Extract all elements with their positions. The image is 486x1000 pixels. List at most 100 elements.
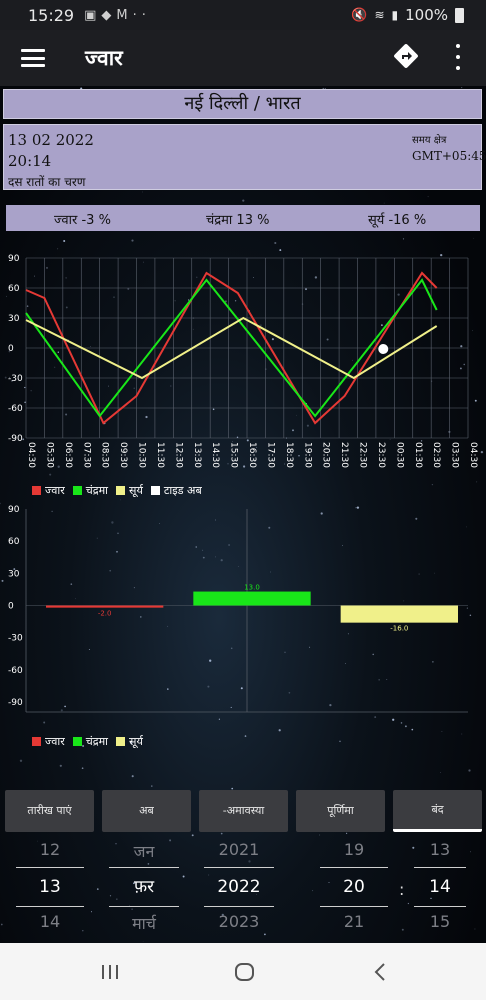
y-tick-label: -60: [8, 666, 23, 676]
x-tick-label: 06:30: [63, 442, 73, 468]
image-icon: ▣: [84, 7, 102, 23]
new-moon-button[interactable]: -अमावस्या: [199, 790, 288, 832]
legend-label: ज्वार: [45, 735, 65, 748]
month-current[interactable]: फ़र: [105, 873, 183, 901]
month-prev[interactable]: जन: [105, 840, 183, 862]
x-tick-label: 16:30: [247, 442, 257, 468]
x-tick-label: 04:30: [468, 442, 478, 468]
x-tick-label: 12:30: [173, 442, 183, 468]
menu-icon[interactable]: [21, 49, 45, 67]
x-tick-label: 11:30: [155, 442, 165, 468]
x-tick-label: 19:30: [302, 442, 312, 468]
x-tick-label: 07:30: [81, 442, 91, 468]
legend-swatch: [72, 737, 82, 746]
x-tick-label: 02:30: [431, 442, 441, 468]
legend-item: ज्वार: [32, 483, 65, 498]
hour-current[interactable]: 20: [316, 873, 392, 901]
dots-icon: ··: [132, 7, 151, 23]
full-moon-button[interactable]: पूर्णिमा: [296, 790, 385, 832]
year-next[interactable]: 2023: [200, 912, 278, 934]
month-picker[interactable]: जन फ़र मार्च: [105, 840, 183, 934]
app-bar: ज्वार: [0, 30, 486, 86]
x-tick-label: 05:30: [44, 442, 54, 468]
time-separator: :: [399, 880, 405, 899]
signal-icon: ▮: [391, 8, 399, 22]
status-bar: 15:29 ▣◆M·· 🔇 ≋ ▮ 100%: [0, 0, 486, 30]
hour-prev[interactable]: 19: [316, 840, 392, 862]
minute-picker[interactable]: 13 14 15: [410, 840, 470, 934]
minute-current[interactable]: 14: [410, 873, 470, 901]
y-tick-label: 90: [8, 505, 20, 515]
x-tick-label: 18:30: [284, 442, 294, 468]
legend-swatch: [116, 486, 126, 495]
legend-label: चंद्रमा: [85, 484, 109, 497]
bar-data-label: -16.0: [390, 625, 408, 633]
close-button[interactable]: बंद: [393, 790, 482, 832]
x-tick-label: 01:30: [413, 442, 423, 468]
y-tick-label: 60: [8, 537, 20, 547]
x-tick-label: 10:30: [137, 442, 147, 468]
hour-next[interactable]: 21: [316, 912, 392, 934]
x-tick-label: 15:30: [229, 442, 239, 468]
info-panel: 13 02 2022 20:14 दस रातों का चरण समय क्ष…: [3, 124, 486, 190]
month-next[interactable]: मार्च: [105, 912, 183, 934]
bar-data-label: -2.0: [98, 610, 112, 618]
line-chart-legend: ज्वार चंद्रमा सूर्य टाइड अब: [32, 483, 210, 498]
mute-icon: 🔇: [351, 7, 368, 23]
minute-prev[interactable]: 13: [410, 840, 470, 862]
legend-item: ज्वार: [32, 734, 65, 749]
legend-label: चंद्रमा: [85, 735, 109, 748]
x-tick-label: 04:30: [26, 442, 36, 468]
back-icon[interactable]: [372, 962, 388, 982]
get-date-button[interactable]: तारीख पाएं: [5, 790, 94, 832]
day-prev[interactable]: 12: [12, 840, 88, 862]
bag-icon: ◆: [101, 7, 117, 23]
timezone-value: GMT+05:45: [412, 149, 486, 163]
recent-apps-icon[interactable]: [100, 963, 120, 981]
y-tick-label: -90: [8, 698, 23, 708]
legend-label: ज्वार: [45, 484, 65, 497]
year-current[interactable]: 2022: [200, 873, 278, 901]
bar-सूर्य: [340, 605, 458, 623]
percent-bar: ज्वार -3 % चंद्रमा 13 % सूर्य -16 %: [6, 205, 480, 231]
day-current[interactable]: 13: [12, 873, 88, 901]
hour-picker[interactable]: 19 20 21: [316, 840, 392, 934]
legend-swatch: [150, 486, 160, 495]
tide-now-point: [378, 344, 389, 354]
bar-data-label: 13.0: [244, 584, 260, 592]
battery-icon: [455, 7, 464, 23]
directions-icon[interactable]: [392, 42, 420, 70]
legend-item: चंद्रमा: [72, 483, 109, 498]
legend-label: सूर्य: [129, 484, 143, 497]
x-tick-label: 17:30: [265, 442, 275, 468]
timezone-label: समय क्षेत्र: [412, 135, 447, 146]
location-bar[interactable]: नई दिल्ली / भारत: [3, 89, 482, 119]
x-tick-label: 09:30: [118, 442, 128, 468]
year-prev[interactable]: 2021: [200, 840, 278, 862]
y-tick-label: 60: [8, 284, 20, 294]
status-time: 15:29: [28, 5, 75, 25]
x-tick-label: 13:30: [192, 442, 202, 468]
tide-bar-chart: 90 60 30 0 -30 -60 -90 -2.0 13.0 -16.0: [8, 505, 468, 713]
bar-चंद्रमा: [193, 591, 311, 606]
year-picker[interactable]: 2021 2022 2023: [200, 840, 278, 934]
minute-next[interactable]: 15: [410, 912, 470, 934]
tide-line-chart: 9060300-30-60-9004:30 05:30 06:30 07:30 08:3…: [8, 254, 478, 468]
legend-swatch: [72, 486, 82, 495]
y-tick-label: 90: [8, 254, 20, 264]
moon-phase: दस रातों का चरण: [8, 175, 86, 189]
legend-swatch: [116, 737, 126, 746]
mail-icon: M: [116, 7, 133, 23]
day-picker[interactable]: 12 13 14: [12, 840, 88, 934]
now-button[interactable]: अब: [102, 790, 191, 832]
x-tick-label: 22:30: [358, 442, 368, 468]
x-tick-label: 14:30: [210, 442, 220, 468]
more-vert-icon[interactable]: [452, 44, 464, 70]
home-icon[interactable]: [234, 962, 256, 982]
tide-percent: ज्वार -3 %: [54, 213, 111, 228]
legend-swatch: [32, 486, 41, 495]
legend-item: चंद्रमा: [72, 734, 109, 749]
legend-label: सूर्य: [129, 735, 143, 748]
y-tick-label: 30: [8, 569, 20, 579]
day-next[interactable]: 14: [12, 912, 88, 934]
